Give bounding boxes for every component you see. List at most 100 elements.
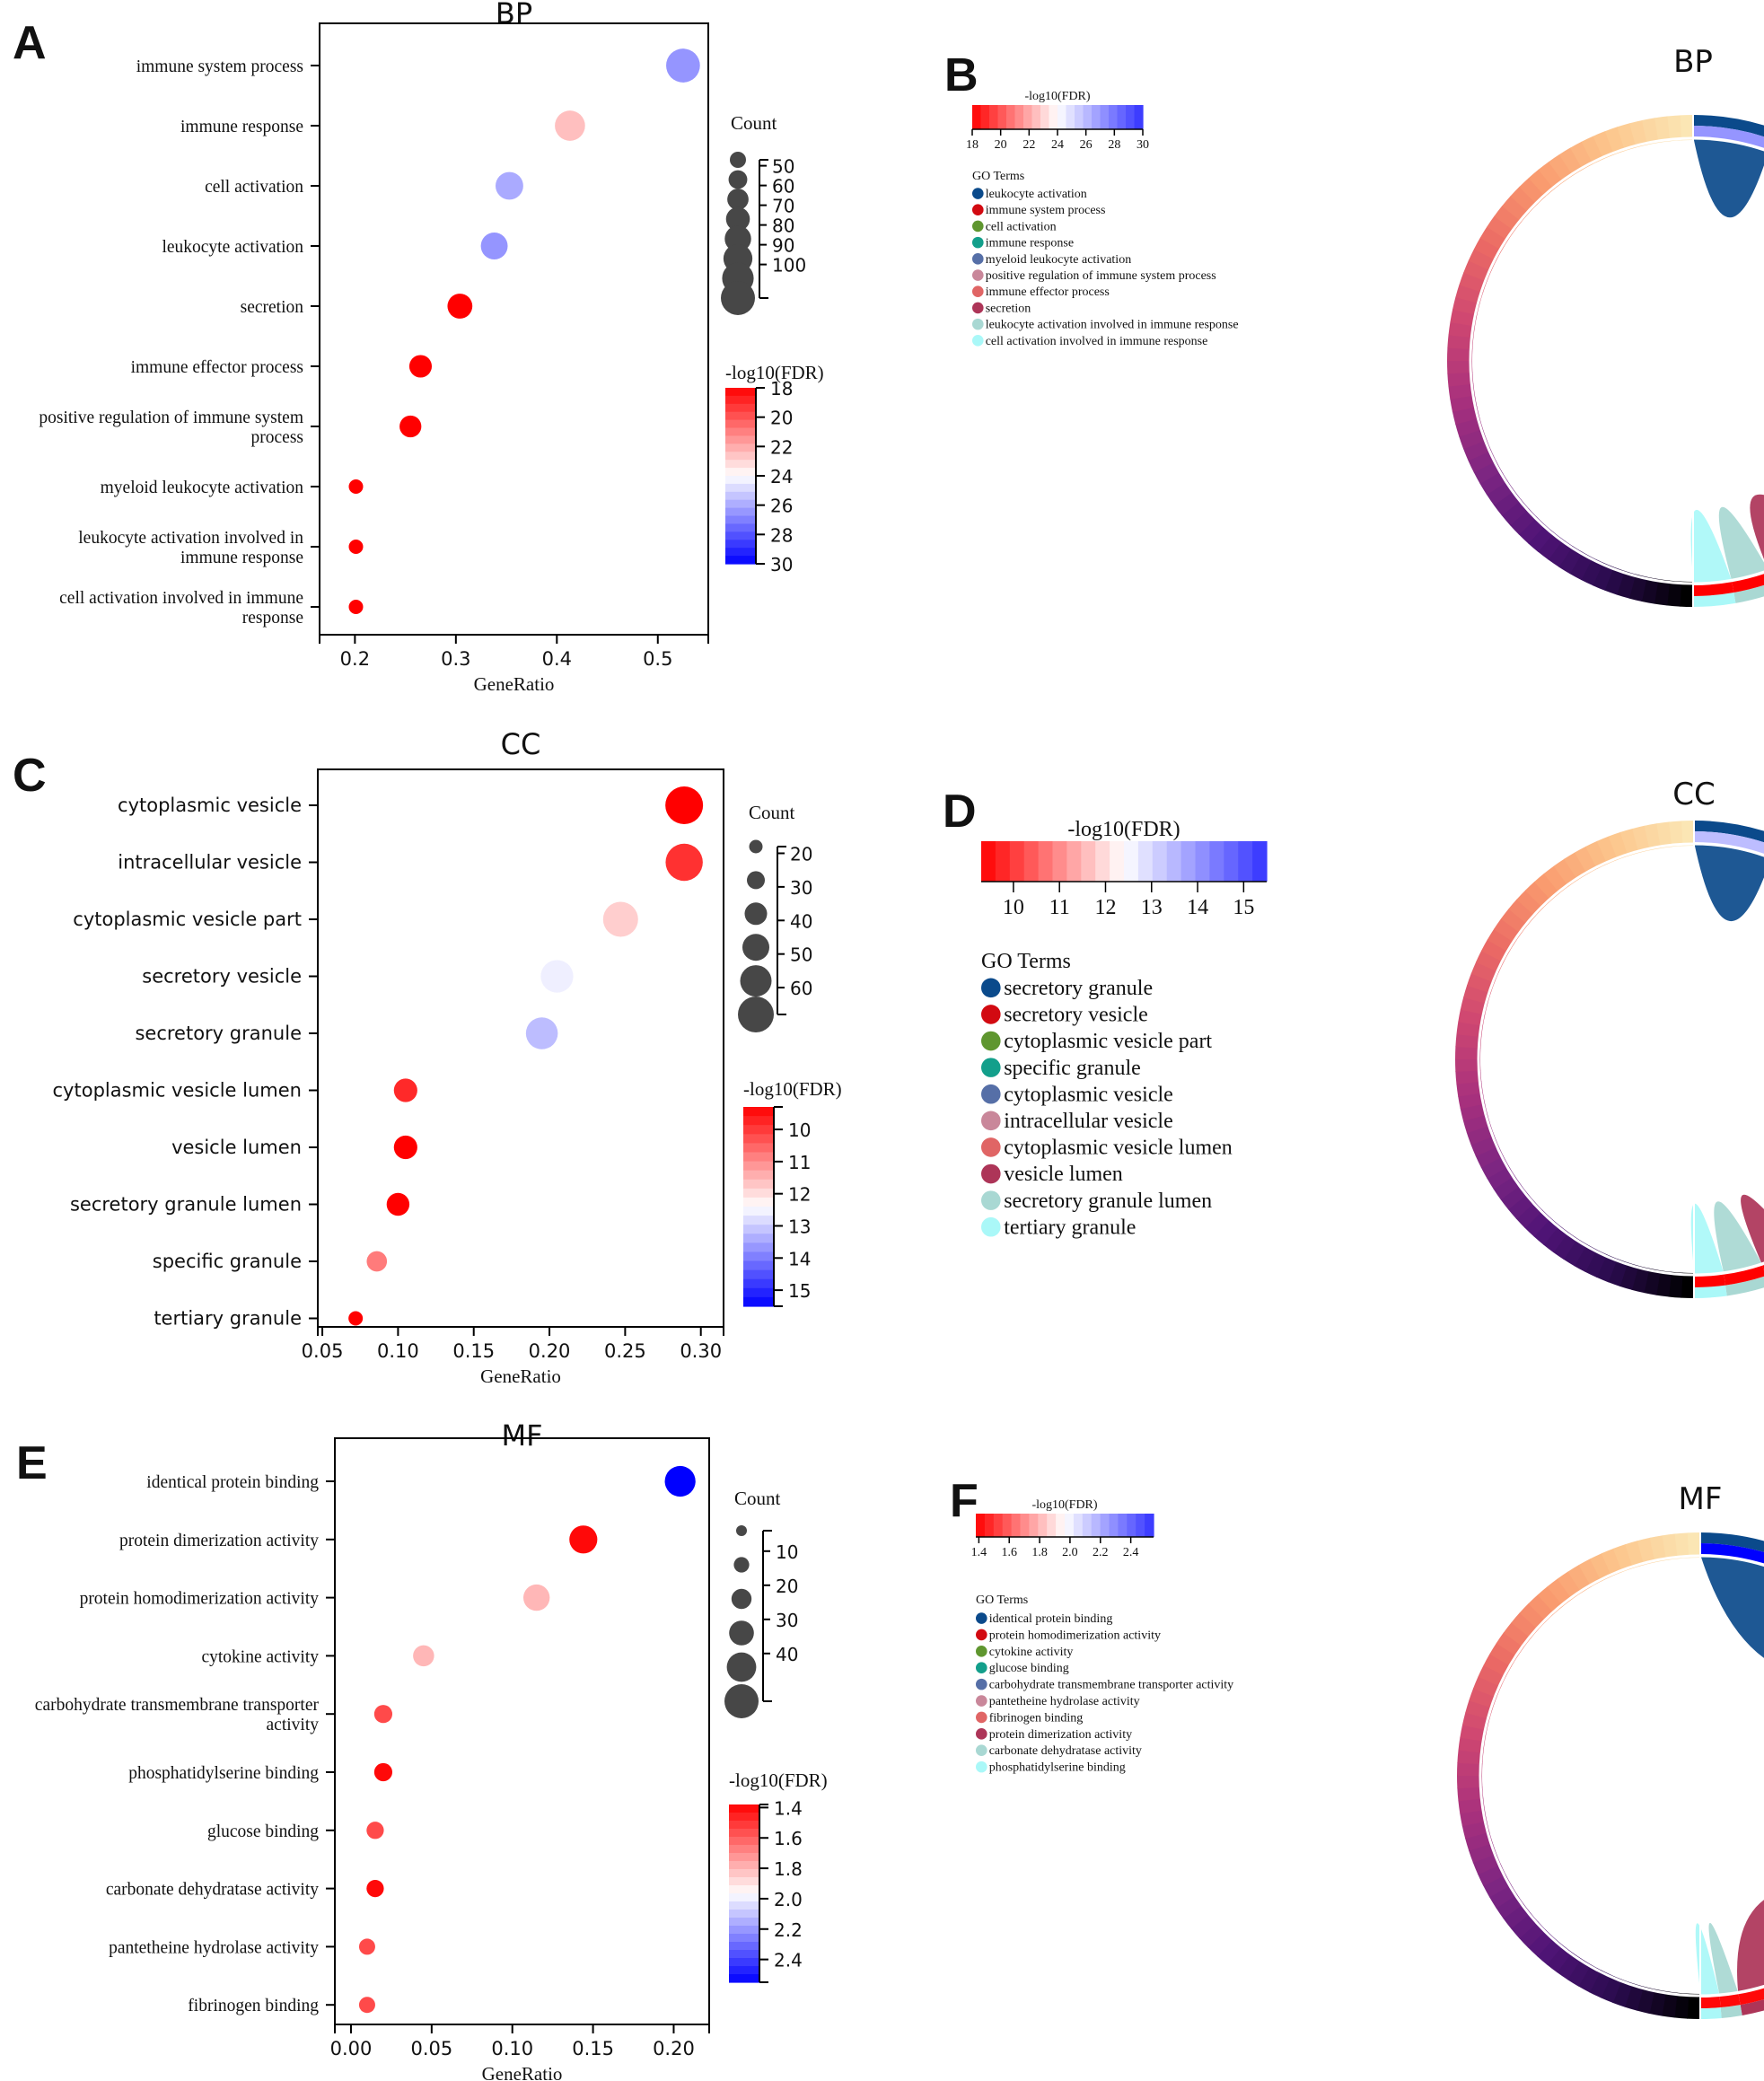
colorbar-swatch bbox=[972, 105, 982, 129]
colorbar-swatch bbox=[1075, 105, 1084, 129]
y-tick-label: cytoplasmic vesicle bbox=[118, 795, 302, 816]
colorbar-swatch bbox=[1058, 105, 1067, 129]
color-legend-swatch bbox=[725, 427, 756, 437]
legend-label: cytoplasmic vesicle lumen bbox=[1004, 1137, 1233, 1160]
legend-label: fibrinogen binding bbox=[989, 1711, 1084, 1725]
size-legend-label: 50 bbox=[772, 156, 794, 178]
color-legend-swatch bbox=[729, 1853, 759, 1862]
fdr-ring-segment bbox=[1700, 1997, 1721, 2008]
legend-swatch bbox=[976, 1646, 987, 1657]
colorbar-swatch bbox=[1252, 841, 1268, 882]
size-legend-circle bbox=[728, 170, 748, 189]
y-tick-label: cytoplasmic vesicle part bbox=[73, 909, 302, 930]
colorbar-swatch bbox=[1049, 105, 1058, 129]
data-bubble bbox=[447, 294, 473, 319]
colorbar-swatch bbox=[993, 1514, 1004, 1537]
size-legend-circle bbox=[738, 997, 774, 1032]
legend-swatch bbox=[976, 1761, 987, 1773]
y-tick-label: immune system process bbox=[136, 57, 303, 76]
color-legend-label: 10 bbox=[788, 1120, 811, 1141]
legend-label: cytoplasmic vesicle part bbox=[1004, 1030, 1212, 1053]
size-legend-circle bbox=[730, 152, 746, 168]
legend-swatch bbox=[981, 1216, 1001, 1237]
colorbar-swatch bbox=[1020, 1514, 1030, 1537]
legend-swatch bbox=[981, 1031, 1001, 1051]
bubble-chart-cc: CC 0.05 0.10 0.15 0.20 0.25 0.30 GeneRatio cytop… bbox=[53, 727, 842, 1387]
colorbar-swatch bbox=[1109, 105, 1119, 129]
size-legend-title: Count bbox=[734, 1488, 781, 1509]
color-legend-swatch bbox=[725, 499, 756, 509]
colorbar-swatch bbox=[1066, 105, 1075, 129]
legend-label: myeloid leukocyte activation bbox=[986, 253, 1132, 267]
data-bubble bbox=[525, 1017, 558, 1049]
legend-label: cytokine activity bbox=[989, 1646, 1074, 1659]
legend-label: specific granule bbox=[1004, 1057, 1141, 1080]
legend-label: phosphatidylserine binding bbox=[989, 1761, 1126, 1775]
legend-label: carbohydrate transmembrane transporter a… bbox=[989, 1679, 1234, 1692]
color-legend-swatch bbox=[725, 548, 756, 557]
size-legend-circle bbox=[740, 965, 772, 997]
y-tick-label: positive regulation of immune system bbox=[39, 408, 303, 427]
color-legend-swatch bbox=[729, 1877, 759, 1886]
color-legend-swatch bbox=[725, 395, 756, 405]
colorbar-label: 10 bbox=[1003, 896, 1024, 919]
colorbar-swatch bbox=[1238, 841, 1253, 882]
colorbar-swatch bbox=[1145, 1514, 1154, 1537]
colorbar-swatch bbox=[1040, 105, 1050, 129]
colorbar-swatch bbox=[1038, 1514, 1048, 1537]
colorbar-swatch bbox=[1081, 841, 1096, 882]
y-tick-label: immune response bbox=[180, 549, 303, 567]
size-legend-label: 60 bbox=[772, 176, 794, 198]
legend-swatch bbox=[981, 1163, 1001, 1184]
size-legend-label: 50 bbox=[790, 944, 812, 966]
gene-ring-segment bbox=[1681, 1272, 1694, 1298]
legend-label: immune system process bbox=[986, 204, 1106, 217]
colorbar-swatch bbox=[1052, 841, 1067, 882]
color-legend-swatch bbox=[729, 1901, 759, 1910]
y-tick-label: cytokine activity bbox=[201, 1647, 319, 1666]
legend-swatch bbox=[972, 318, 984, 330]
color-legend-swatch bbox=[725, 483, 756, 493]
colorbar-swatch bbox=[1095, 841, 1110, 882]
chord-ribbon-body bbox=[1694, 844, 1764, 921]
color-legend-swatch bbox=[729, 1926, 759, 1935]
legend-swatch bbox=[976, 1728, 987, 1740]
x-tick-label: 0.15 bbox=[452, 1340, 495, 1362]
y-tick-label: cell activation bbox=[205, 178, 303, 197]
color-legend-label: 1.4 bbox=[774, 1797, 803, 1819]
colorbar-label: 2.0 bbox=[1062, 1546, 1078, 1559]
colorbar-swatch bbox=[1047, 1514, 1057, 1537]
color-legend-swatch bbox=[729, 1837, 759, 1846]
chart-title: MF bbox=[1679, 1481, 1723, 1517]
colorbar-label: 1.4 bbox=[971, 1546, 987, 1559]
color-legend-label: 24 bbox=[770, 466, 793, 487]
colorbar-swatch bbox=[1006, 105, 1016, 129]
color-legend-swatch bbox=[743, 1197, 774, 1207]
data-bubble bbox=[373, 1762, 393, 1782]
color-legend-swatch bbox=[729, 1861, 759, 1870]
color-legend-swatch bbox=[725, 468, 756, 477]
y-tick-label: specific granule bbox=[153, 1251, 302, 1272]
color-legend-label: 28 bbox=[770, 524, 793, 546]
color-legend-label: 11 bbox=[788, 1152, 811, 1173]
plot-frame bbox=[319, 22, 709, 636]
y-tick-label: immune response bbox=[180, 118, 303, 136]
legend-swatch bbox=[976, 1629, 987, 1641]
legend-label: protein dimerization activity bbox=[989, 1728, 1132, 1742]
colorbar-swatch bbox=[1209, 841, 1224, 882]
chart-title: CC bbox=[501, 727, 541, 761]
size-legend-label: 70 bbox=[772, 196, 794, 217]
legend-swatch bbox=[981, 1058, 1001, 1077]
legend-swatch bbox=[981, 1190, 1001, 1210]
size-legend-label: 30 bbox=[776, 1610, 798, 1631]
legend-swatch bbox=[976, 1662, 987, 1674]
colorbar-swatch bbox=[1082, 1514, 1093, 1537]
gene-ring-segment bbox=[1687, 1532, 1701, 1559]
data-bubble bbox=[664, 1465, 696, 1497]
size-legend-title: Count bbox=[749, 802, 795, 823]
data-bubble bbox=[522, 1584, 550, 1611]
colorbar-swatch bbox=[980, 105, 990, 129]
x-axis-label: GeneRatio bbox=[480, 1365, 561, 1387]
color-legend-swatch bbox=[743, 1170, 774, 1181]
color-legend-swatch bbox=[743, 1242, 774, 1253]
